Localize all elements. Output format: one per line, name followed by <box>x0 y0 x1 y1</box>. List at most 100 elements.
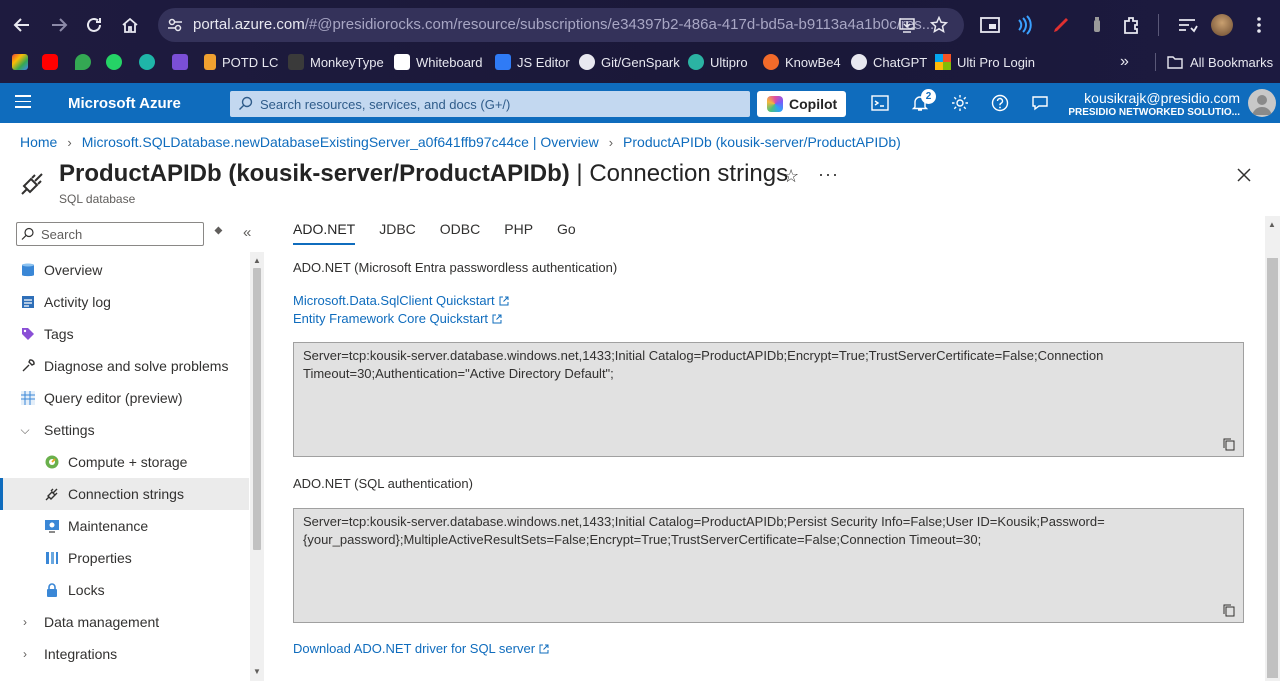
scroll-down-icon[interactable]: ▼ <box>253 667 261 676</box>
cb-bookmark-icon[interactable] <box>139 50 161 74</box>
youtube-bookmark-icon[interactable] <box>42 50 64 74</box>
site-info-icon[interactable] <box>166 16 184 34</box>
bookmark-js-editor[interactable]: JS Editor <box>495 50 570 74</box>
sqlclient-quickstart-link[interactable]: Microsoft.Data.SqlClient Quickstart <box>293 293 509 308</box>
global-search-input[interactable]: Search resources, services, and docs (G+… <box>230 91 750 117</box>
lightning-bookmark-icon[interactable] <box>172 50 194 74</box>
sidebar-item-tags[interactable]: Tags <box>0 318 249 350</box>
chevron-right-icon: › <box>23 647 27 661</box>
section-sql-auth-label: ADO.NET (SQL authentication) <box>293 476 473 491</box>
bookmark-git-genspark[interactable]: Git/GenSpark <box>579 50 680 74</box>
breadcrumb-database[interactable]: ProductAPIDb (kousik-server/ProductAPIDb… <box>623 134 901 150</box>
tab-odbc[interactable]: ODBC <box>440 221 480 245</box>
cloud-shell-icon[interactable] <box>870 93 890 113</box>
activity-log-icon <box>22 296 34 308</box>
chevron-right-icon: › <box>23 615 27 629</box>
more-options-button[interactable]: ··· <box>818 164 839 185</box>
toolbar-divider <box>1158 14 1159 36</box>
connection-string-passwordless[interactable]: Server=tcp:kousik-server.database.window… <box>293 342 1244 457</box>
account-avatar[interactable] <box>1248 89 1276 117</box>
properties-icon <box>46 552 58 564</box>
whiteboard-icon <box>394 54 410 70</box>
connection-string-sql-auth[interactable]: Server=tcp:kousik-server.database.window… <box>293 508 1244 623</box>
bookmark-star-icon[interactable] <box>930 16 948 34</box>
bookmark-monkeytype[interactable]: MonkeyType <box>288 50 384 74</box>
bookmark-knowbe4[interactable]: KnowBe4 <box>763 50 841 74</box>
sidebar-group-data-management[interactable]: › Data management <box>0 606 249 638</box>
tab-ado-net[interactable]: ADO.NET <box>293 221 356 245</box>
search-icon <box>239 96 253 110</box>
sidebar-group-integrations[interactable]: › Integrations <box>0 638 249 670</box>
home-icon[interactable] <box>116 11 144 39</box>
favorite-star-icon[interactable]: ☆ <box>783 166 799 187</box>
maintenance-icon <box>45 520 59 533</box>
reading-list-icon[interactable] <box>1176 14 1198 36</box>
sidebar-group-settings[interactable]: ⌵ Settings <box>0 414 249 446</box>
content-scroll-thumb[interactable] <box>1267 258 1278 678</box>
bookmark-chatgpt[interactable]: ChatGPT <box>851 50 927 74</box>
knowbe4-icon <box>763 54 779 70</box>
all-bookmarks-button[interactable]: All Bookmarks <box>1167 50 1273 74</box>
resource-type: SQL database <box>59 192 136 206</box>
tag-icon <box>22 328 34 340</box>
tab-go[interactable]: Go <box>557 221 576 245</box>
settings-gear-icon[interactable] <box>950 93 970 113</box>
reload-icon[interactable] <box>80 11 108 39</box>
copy-icon[interactable] <box>1223 604 1235 617</box>
forward-icon[interactable] <box>45 11 73 39</box>
portal-menu-icon[interactable] <box>15 95 31 109</box>
sidebar-scroll-thumb[interactable] <box>253 268 261 550</box>
menu-search-input[interactable]: Search <box>16 222 204 246</box>
breadcrumb-home[interactable]: Home <box>20 134 57 150</box>
install-app-icon[interactable] <box>898 16 916 34</box>
sidebar-item-connection-strings[interactable]: Connection strings <box>0 478 249 510</box>
close-icon[interactable] <box>1235 166 1253 184</box>
bookmark-whiteboard[interactable]: Whiteboard <box>394 50 482 74</box>
sidebar-item-query-editor[interactable]: Query editor (preview) <box>0 382 249 414</box>
wifi-extension-icon[interactable] <box>1014 14 1036 36</box>
sidebar-scrollbar[interactable]: ▲ ▼ <box>250 252 264 681</box>
scroll-up-icon[interactable]: ▲ <box>1268 220 1276 229</box>
gmail-bookmark-icon[interactable] <box>12 50 34 74</box>
account-info[interactable]: kousikrajk@presidio.com PRESIDIO NETWORK… <box>1068 90 1240 118</box>
sidebar-item-activity-log[interactable]: Activity log <box>0 286 249 318</box>
bottle-extension-icon[interactable] <box>1086 14 1108 36</box>
azure-brand[interactable]: Microsoft Azure <box>68 95 181 112</box>
expand-collapse-icon[interactable]: ⯁ <box>214 226 223 239</box>
wrench-icon <box>22 359 35 372</box>
tab-php[interactable]: PHP <box>504 221 533 245</box>
pen-extension-icon[interactable] <box>1050 14 1072 36</box>
copy-icon[interactable] <box>1223 438 1235 451</box>
sidebar-item-compute-storage[interactable]: Compute + storage <box>0 446 249 478</box>
feedback-icon[interactable] <box>1030 93 1050 113</box>
maps-bookmark-icon[interactable] <box>75 50 97 74</box>
sidebar-item-locks[interactable]: Locks <box>0 574 249 606</box>
sidebar-item-maintenance[interactable]: Maintenance <box>0 510 249 542</box>
content-scrollbar[interactable]: ▲ <box>1265 216 1280 681</box>
js-editor-icon <box>495 54 511 70</box>
ef-core-quickstart-link[interactable]: Entity Framework Core Quickstart <box>293 311 502 326</box>
back-icon[interactable] <box>8 11 36 39</box>
sidebar-item-diagnose[interactable]: Diagnose and solve problems <box>0 350 249 382</box>
scroll-up-icon[interactable]: ▲ <box>253 256 261 265</box>
address-bar[interactable]: portal.azure.com/#@presidiorocks.com/res… <box>158 8 964 42</box>
tab-jdbc[interactable]: JDBC <box>379 221 416 245</box>
download-driver-link[interactable]: Download ADO.NET driver for SQL server <box>293 641 549 656</box>
bookmark-ulti-pro-login[interactable]: Ulti Pro Login <box>935 50 1035 74</box>
breadcrumb-overview[interactable]: Microsoft.SQLDatabase.newDatabaseExistin… <box>82 134 599 150</box>
profile-avatar-icon[interactable] <box>1211 14 1233 36</box>
extensions-puzzle-icon[interactable] <box>1121 14 1143 36</box>
connection-plug-icon <box>21 173 43 195</box>
copilot-button[interactable]: Copilot <box>757 91 846 117</box>
collapse-sidebar-icon[interactable]: « <box>243 224 251 241</box>
help-icon[interactable] <box>990 93 1010 113</box>
picture-in-picture-icon[interactable] <box>979 14 1001 36</box>
external-link-icon <box>539 644 549 654</box>
bookmarks-overflow-button[interactable]: » <box>1120 50 1129 74</box>
whatsapp-bookmark-icon[interactable] <box>106 50 128 74</box>
sidebar-item-overview[interactable]: Overview <box>0 254 249 286</box>
bookmark-potd-lc[interactable]: POTD LC <box>204 50 278 74</box>
bookmark-ultipro[interactable]: Ultipro <box>688 50 748 74</box>
browser-menu-icon[interactable] <box>1248 14 1270 36</box>
sidebar-item-properties[interactable]: Properties <box>0 542 249 574</box>
